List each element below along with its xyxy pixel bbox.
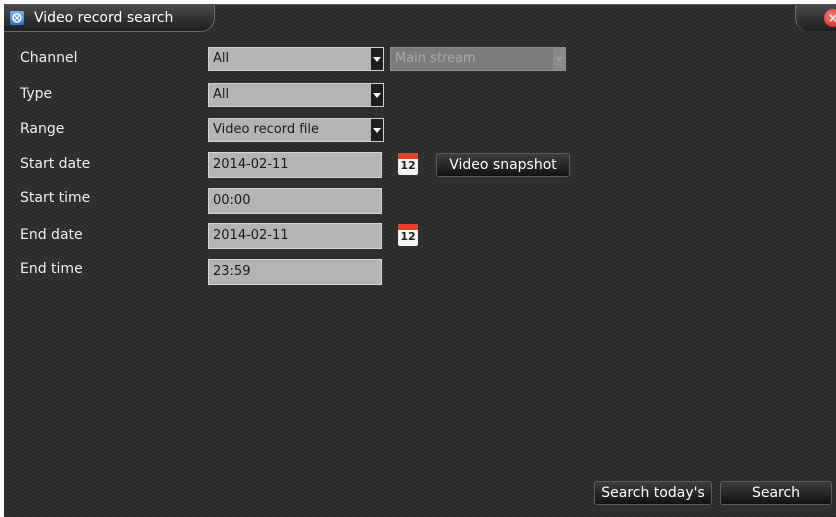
search-todays-button[interactable]: Search today's <box>594 481 712 505</box>
end-time-value: 23:59 <box>213 264 251 279</box>
chevron-down-icon[interactable] <box>371 84 383 106</box>
close-tab: × <box>795 5 836 31</box>
app-icon <box>10 11 24 25</box>
range-select[interactable]: Video record file <box>208 118 384 142</box>
end-date-label: End date <box>20 227 83 243</box>
chevron-down-icon <box>553 48 565 70</box>
end-date-value: 2014-02-11 <box>213 228 289 243</box>
title-bar: Video record search × <box>4 5 836 33</box>
type-select[interactable]: All <box>208 83 384 107</box>
start-date-value: 2014-02-11 <box>213 157 289 172</box>
type-value: All <box>213 87 230 102</box>
stream-select: Main stream <box>390 47 566 71</box>
end-time-label: End time <box>20 261 83 277</box>
calendar-icon[interactable]: 12 <box>398 224 418 246</box>
video-snapshot-button[interactable]: Video snapshot <box>436 153 570 177</box>
stream-value: Main stream <box>395 51 476 66</box>
end-time-field[interactable]: 23:59 <box>208 259 382 285</box>
channel-select[interactable]: All <box>208 47 384 71</box>
close-icon[interactable]: × <box>824 9 836 27</box>
channel-value: All <box>213 51 230 66</box>
chevron-down-icon[interactable] <box>371 119 383 141</box>
chevron-down-icon[interactable] <box>371 48 383 70</box>
start-time-value: 00:00 <box>213 193 251 208</box>
video-record-search-window: Video record search × Channel All Main s… <box>4 4 836 517</box>
type-label: Type <box>20 86 53 102</box>
range-label: Range <box>20 121 65 137</box>
calendar-icon-day: 12 <box>400 159 416 172</box>
end-date-field[interactable]: 2014-02-11 <box>208 223 382 249</box>
window-title: Video record search <box>34 10 174 26</box>
channel-label: Channel <box>20 50 78 66</box>
start-time-field[interactable]: 00:00 <box>208 188 382 214</box>
calendar-icon[interactable]: 12 <box>398 153 418 175</box>
calendar-icon-day: 12 <box>400 230 416 243</box>
title-tab: Video record search <box>4 5 215 32</box>
start-date-field[interactable]: 2014-02-11 <box>208 152 382 178</box>
search-button[interactable]: Search <box>720 481 832 505</box>
start-time-label: Start time <box>20 190 91 206</box>
range-value: Video record file <box>213 122 320 137</box>
start-date-label: Start date <box>20 156 91 172</box>
